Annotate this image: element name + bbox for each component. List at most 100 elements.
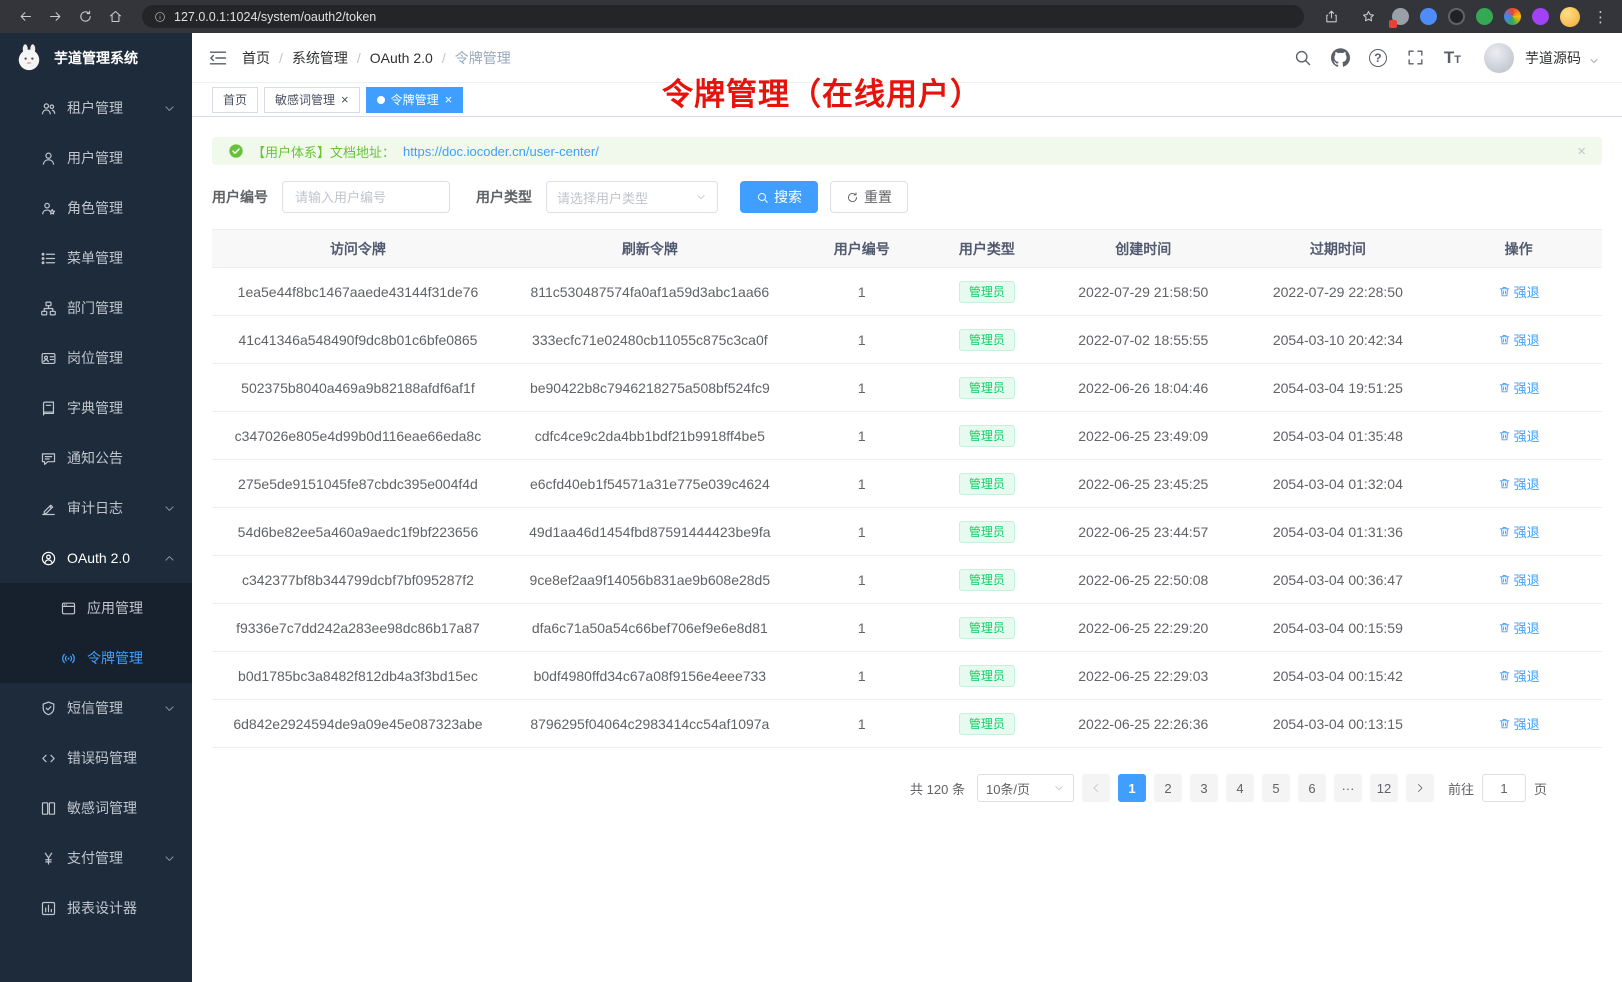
breadcrumb-item[interactable]: 令牌管理/ [455,48,511,68]
sidebar-item[interactable]: 岗位管理 [0,333,192,383]
goto-page-input[interactable] [1482,774,1526,802]
sidebar-item[interactable]: 错误码管理 [0,733,192,783]
view-tab[interactable]: 敏感词管理 × [264,87,360,113]
extension-icon[interactable] [1504,8,1521,25]
user-type-badge: 管理员 [959,665,1015,687]
sidebar-item[interactable]: 角色管理 [0,183,192,233]
breadcrumb-item[interactable]: 系统管理/ [292,48,370,68]
extension-icon[interactable] [1392,8,1409,25]
action-cell: 强退 [1435,316,1602,364]
breadcrumb-item[interactable]: OAuth 2.0/ [370,50,455,66]
app-icon [60,600,77,617]
reset-button[interactable]: 重置 [830,181,908,213]
breadcrumb-item[interactable]: 首页/ [242,48,292,68]
page-size-select[interactable]: 10条/页 [977,774,1074,802]
sidebar-item[interactable]: 用户管理 [0,133,192,183]
active-dot [377,96,385,104]
table-row: 275e5de9151045fe87cbdc395e004f4d e6cfd40… [212,460,1602,508]
page-number-button[interactable]: 2 [1154,774,1182,802]
github-icon[interactable] [1331,48,1350,67]
page-number-button[interactable]: 1 [1118,774,1146,802]
sidebar-toggle-icon[interactable] [208,48,228,68]
tab-close-icon[interactable]: × [445,93,453,106]
view-tab[interactable]: 令牌管理 × [366,87,464,113]
sidebar-item[interactable]: 审计日志 [0,483,192,533]
browser-menu-kebab-icon[interactable]: ⋮ [1591,8,1610,26]
force-logout-button[interactable]: 强退 [1498,522,1540,541]
sidebar-item[interactable]: 敏感词管理 [0,783,192,833]
page-number-button[interactable]: 4 [1226,774,1254,802]
user-id-input[interactable] [282,181,450,213]
help-icon[interactable]: ? [1369,49,1387,67]
force-logout-button[interactable]: 强退 [1498,330,1540,349]
sidebar-item-label: 错误码管理 [67,748,176,768]
people-icon [40,100,57,117]
force-logout-button[interactable]: 强退 [1498,570,1540,589]
extension-icon[interactable] [1532,8,1549,25]
force-logout-button[interactable]: 强退 [1498,426,1540,445]
page-number-button[interactable]: 5 [1262,774,1290,802]
force-logout-button[interactable]: 强退 [1498,618,1540,637]
token-icon [60,650,77,667]
extension-icon[interactable] [1448,8,1465,25]
sidebar-item[interactable]: 菜单管理 [0,233,192,283]
fullscreen-icon[interactable] [1406,48,1425,67]
browser-reload-button[interactable] [72,5,98,29]
sidebar-item[interactable]: 支付管理 [0,833,192,883]
extension-icon[interactable] [1476,8,1493,25]
browser-forward-button[interactable] [42,5,68,29]
sidebar-item[interactable]: 报表设计器 [0,883,192,933]
refresh-token-cell: 333ecfc71e02480cb11055c875c3ca0f [504,316,796,364]
sidebar-item[interactable]: 短信管理 [0,683,192,733]
table-row: 6d842e2924594de9a09e45e087323abe 8796295… [212,700,1602,748]
share-button[interactable] [1318,5,1344,29]
next-page-button[interactable] [1406,774,1434,802]
prev-page-button[interactable] [1082,774,1110,802]
action-cell: 强退 [1435,508,1602,556]
access-token-cell: 502375b8040a469a9b82188afdf6af1f [212,364,504,412]
force-logout-button[interactable]: 强退 [1498,282,1540,301]
address-bar[interactable]: 127.0.0.1:1024/system/oauth2/token [142,5,1304,28]
expire-time-cell: 2054-03-04 00:13:15 [1241,700,1436,748]
user-type-select[interactable]: 请选择用户类型 [546,181,718,213]
sidebar-item[interactable]: 字典管理 [0,383,192,433]
page-number-button[interactable]: ··· [1334,774,1362,802]
delete-icon [1498,717,1511,730]
tab-close-icon[interactable]: × [341,93,349,106]
alert-close-icon[interactable]: × [1577,143,1586,160]
user-avatar[interactable] [1484,43,1514,73]
force-logout-button[interactable]: 强退 [1498,378,1540,397]
page-number-button[interactable]: 3 [1190,774,1218,802]
caret-down-icon[interactable] [1588,55,1600,67]
create-time-cell: 2022-06-26 18:04:46 [1046,364,1241,412]
app-logo[interactable]: 芋道管理系统 [0,33,192,83]
doc-link[interactable]: https://doc.iocoder.cn/user-center/ [403,144,599,159]
site-info-icon[interactable] [154,11,166,23]
browser-profile-avatar[interactable] [1560,7,1580,27]
browser-back-button[interactable] [12,5,38,29]
force-logout-button[interactable]: 强退 [1498,714,1540,733]
user-type-badge: 管理员 [959,329,1015,351]
sidebar-item[interactable]: 部门管理 [0,283,192,333]
sidebar-item[interactable]: 通知公告 [0,433,192,483]
page-number-button[interactable]: 6 [1298,774,1326,802]
search-icon[interactable] [1293,48,1312,67]
page-number-button[interactable]: 12 [1370,774,1398,802]
font-size-icon[interactable]: TT [1444,49,1461,66]
bookmark-button[interactable] [1355,5,1381,29]
view-tab[interactable]: 首页 [212,87,258,113]
force-logout-button[interactable]: 强退 [1498,474,1540,493]
force-logout-button[interactable]: 强退 [1498,666,1540,685]
sidebar-item[interactable]: OAuth 2.0 [0,533,192,583]
username[interactable]: 芋道源码 [1525,48,1581,68]
refresh-token-cell: be90422b8c7946218275a508bf524fc9 [504,364,796,412]
table-row: c342377bf8b344799dcbf7bf095287f2 9ce8ef2… [212,556,1602,604]
badge-icon [40,350,57,367]
browser-home-button[interactable] [102,5,128,29]
sidebar-item[interactable]: 租户管理 [0,83,192,133]
search-button[interactable]: 搜索 [740,181,818,213]
sidebar-item[interactable]: 令牌管理 [0,633,192,683]
extension-icon[interactable] [1420,8,1437,25]
sidebar-item[interactable]: 应用管理 [0,583,192,633]
column-header: 访问令牌 [212,230,504,268]
